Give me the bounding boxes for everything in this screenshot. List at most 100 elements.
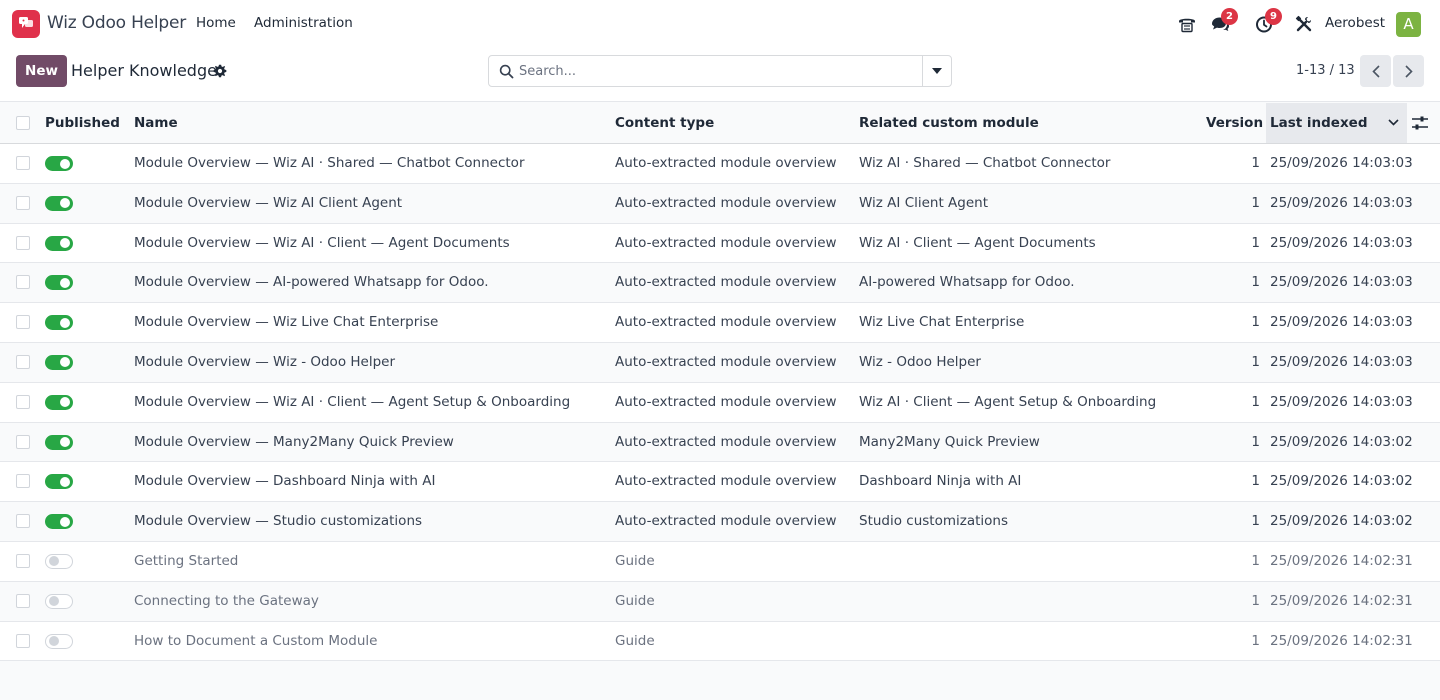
row-checkbox[interactable] <box>16 633 30 648</box>
search-icon <box>499 64 514 79</box>
published-toggle[interactable] <box>45 474 73 490</box>
table-row[interactable]: Module Overview — Wiz AI Client Agent Aut… <box>0 183 1440 224</box>
published-toggle[interactable] <box>45 633 73 649</box>
cell-last-indexed: 25/09/2026 14:03:03 <box>1270 314 1413 331</box>
cell-related-module: Wiz AI · Shared — Chatbot Connector <box>859 155 1111 171</box>
published-toggle[interactable] <box>45 195 73 211</box>
cell-name: Module Overview — AI-powered Whatsapp fo… <box>134 274 489 291</box>
table-header: Published Name Content type Related cust… <box>0 103 1440 144</box>
row-checkbox[interactable] <box>16 553 30 568</box>
table-row[interactable]: Module Overview — Wiz AI · Client — Agen… <box>0 223 1440 264</box>
column-last-indexed[interactable]: Last indexed <box>1266 103 1407 143</box>
search-box <box>488 55 952 87</box>
cell-content-type: Auto-extracted module overview <box>615 155 837 171</box>
table-row[interactable]: Module Overview — Wiz AI · Shared — Chat… <box>0 144 1440 184</box>
table-row[interactable]: Module Overview — AI-powered Whatsapp fo… <box>0 263 1440 304</box>
search-options-toggle[interactable] <box>922 56 951 86</box>
chevron-right-icon <box>1404 64 1413 78</box>
toggle-knob <box>49 596 59 607</box>
table-row[interactable]: Module Overview — Many2Many Quick Previe… <box>0 422 1440 463</box>
new-button[interactable]: New <box>16 55 67 87</box>
published-toggle[interactable] <box>45 593 73 609</box>
published-toggle[interactable] <box>45 156 73 171</box>
column-related-module[interactable]: Related custom module <box>859 103 1039 143</box>
row-checkbox[interactable] <box>16 195 30 210</box>
row-checkbox[interactable] <box>16 315 30 330</box>
debug-tools-icon[interactable] <box>1292 12 1316 36</box>
cell-version: 1 <box>1251 552 1260 569</box>
cell-content-type: Auto-extracted module overview <box>615 274 837 291</box>
row-checkbox[interactable] <box>16 593 30 608</box>
cell-version: 1 <box>1251 433 1260 450</box>
row-checkbox[interactable] <box>16 474 30 489</box>
row-checkbox[interactable] <box>16 275 30 290</box>
cell-content-type: Auto-extracted module overview <box>615 194 837 211</box>
published-toggle[interactable] <box>45 354 73 370</box>
published-toggle[interactable] <box>45 275 73 291</box>
toggle-knob <box>60 397 70 408</box>
cell-name: How to Document a Custom Module <box>134 632 378 649</box>
table-row[interactable]: Module Overview — Studio customizations A… <box>0 502 1440 542</box>
cell-related-module: Wiz AI Client Agent <box>859 194 989 211</box>
column-name[interactable]: Name <box>134 103 178 143</box>
menu-home[interactable]: Home <box>196 15 236 31</box>
pager-previous-button[interactable] <box>1360 55 1391 87</box>
cell-name: Module Overview — Wiz AI · Shared — Chat… <box>134 155 525 171</box>
phone-icon[interactable] <box>1175 12 1199 36</box>
cell-version: 1 <box>1251 194 1260 211</box>
table-row[interactable]: Module Overview — Wiz - Odoo Helper Auto-… <box>0 342 1440 383</box>
published-toggle[interactable] <box>45 514 73 530</box>
optional-columns-toggle[interactable] <box>1411 115 1431 133</box>
toggle-knob <box>60 357 70 368</box>
toggle-knob <box>60 317 70 328</box>
toggle-knob <box>60 516 70 527</box>
row-checkbox[interactable] <box>16 514 30 529</box>
cell-version: 1 <box>1251 592 1260 609</box>
toggle-knob <box>60 198 70 209</box>
cell-related-module: Wiz Live Chat Enterprise <box>859 314 1025 331</box>
table-row[interactable]: Connecting to the Gateway Guide 1 25/09/202… <box>0 581 1440 622</box>
row-checkbox[interactable] <box>16 354 30 369</box>
cell-content-type: Auto-extracted module overview <box>615 473 837 490</box>
column-version[interactable]: Version <box>1206 103 1263 143</box>
published-toggle[interactable] <box>45 553 73 569</box>
cell-related-module: Wiz - Odoo Helper <box>859 353 981 370</box>
row-checkbox[interactable] <box>16 156 30 170</box>
column-published[interactable]: Published <box>45 103 120 143</box>
pager-next-button[interactable] <box>1393 55 1424 87</box>
table-row[interactable]: Module Overview — Wiz Live Chat Enterpri… <box>0 303 1440 343</box>
published-toggle[interactable] <box>45 235 73 251</box>
clock-icon[interactable]: 9 <box>1252 8 1282 36</box>
pager-value[interactable]: 1-13 / 13 <box>1296 63 1355 78</box>
cell-last-indexed: 25/09/2026 14:03:03 <box>1270 155 1413 171</box>
select-all-checkbox[interactable] <box>16 116 30 130</box>
app-name[interactable]: Wiz Odoo Helper <box>47 13 186 33</box>
toggle-knob <box>60 158 70 169</box>
table-row[interactable]: Module Overview — Wiz AI · Client — Agen… <box>0 382 1440 423</box>
gear-icon[interactable] <box>213 64 227 78</box>
table-row[interactable]: How to Document a Custom Module Guide 1 25/… <box>0 621 1440 662</box>
cell-name: Module Overview — Many2Many Quick Previe… <box>134 433 454 450</box>
published-toggle[interactable] <box>45 434 73 450</box>
table-row[interactable]: Module Overview — Dashboard Ninja with A… <box>0 462 1440 503</box>
cell-related-module: Many2Many Quick Preview <box>859 433 1040 450</box>
row-checkbox[interactable] <box>16 235 30 250</box>
user-avatar[interactable]: A <box>1396 12 1421 37</box>
cell-last-indexed: 25/09/2026 14:03:03 <box>1270 194 1413 211</box>
company-switcher[interactable]: Aerobest <box>1325 15 1385 31</box>
cell-version: 1 <box>1251 473 1260 490</box>
menu-administration[interactable]: Administration <box>254 15 353 31</box>
column-content-type[interactable]: Content type <box>615 103 714 143</box>
published-toggle[interactable] <box>45 394 73 410</box>
published-toggle[interactable] <box>45 315 73 331</box>
cell-version: 1 <box>1251 234 1260 251</box>
app-logo-icon[interactable] <box>12 10 40 38</box>
row-checkbox[interactable] <box>16 394 30 409</box>
row-checkbox[interactable] <box>16 434 30 449</box>
table-row[interactable]: Getting Started Guide 1 25/09/2026 14:02:31 <box>0 541 1440 582</box>
cell-name: Module Overview — Dashboard Ninja with A… <box>134 473 436 490</box>
chat-icon[interactable]: 2 <box>1208 8 1238 36</box>
search-input[interactable] <box>519 57 919 85</box>
top-navbar: Wiz Odoo Helper Home Administration 2 9 <box>0 0 1440 48</box>
cell-content-type: Guide <box>615 552 655 569</box>
